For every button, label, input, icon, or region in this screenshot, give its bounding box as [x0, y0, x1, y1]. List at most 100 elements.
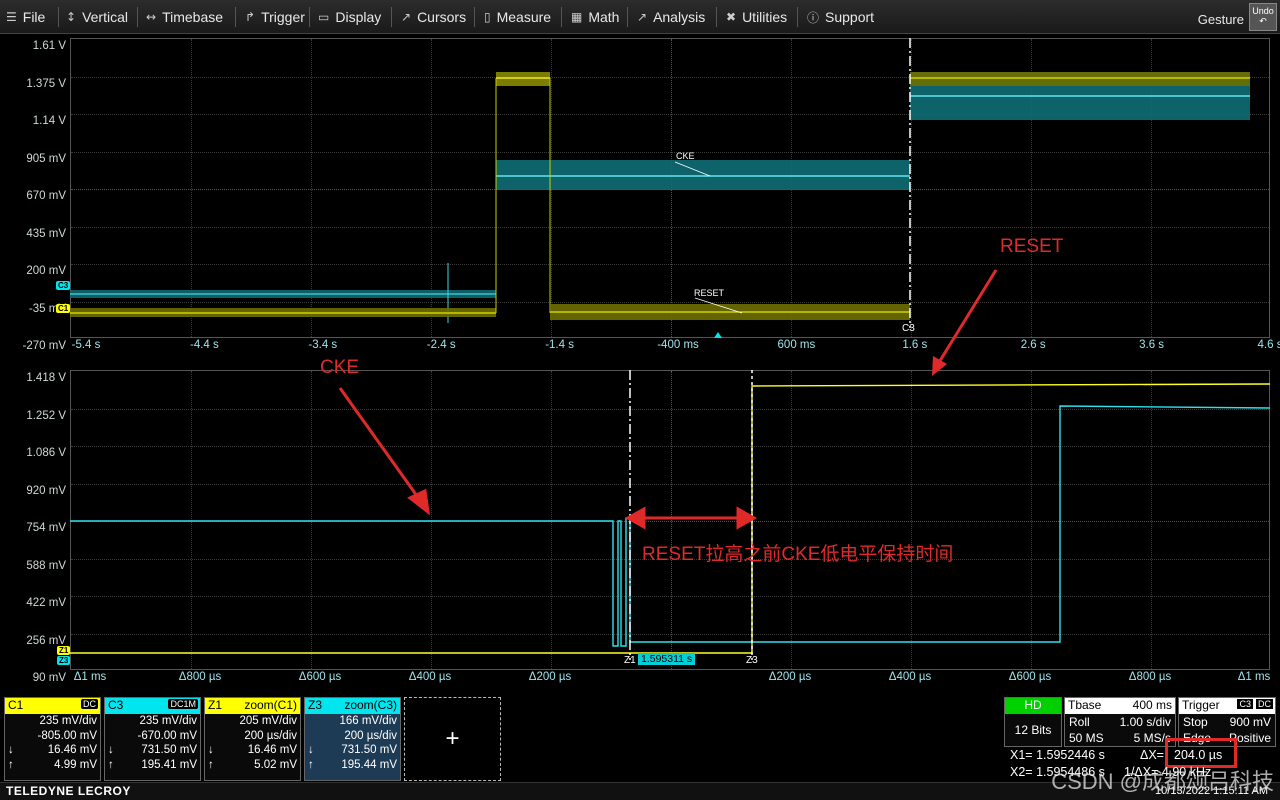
vertical-icon: ↕: [66, 10, 77, 24]
x-tick-label: Δ600 µs: [1008, 671, 1052, 683]
x-tick-label: -5.4 s: [71, 339, 101, 351]
channel-box-z3[interactable]: Z3 zoom(C3) 166 mV/div 200 µs/div ↓ 731.50…: [304, 697, 401, 781]
channel-box-z1[interactable]: Z1 zoom(C1) 205 mV/div 200 µs/div ↓ 16.46 …: [204, 697, 301, 781]
cursor-x1-readout: X1= 1.5952446 s: [1010, 748, 1105, 762]
timebase-mode-row: Roll 1.00 s/div: [1069, 715, 1171, 729]
menu-divider: [391, 7, 392, 27]
cursor-x1-tag: Z1: [624, 655, 636, 666]
channel-c3-offset: -670.00 mV: [137, 729, 197, 742]
reset-annotation-arrow-line: [936, 269, 998, 365]
channel-z3-header: Z3 zoom(C3): [305, 698, 400, 714]
x-tick-label: Δ800 µs: [178, 671, 222, 683]
y-tick-label: 256 mV: [26, 634, 66, 647]
undo-icon: ↶: [1259, 16, 1267, 26]
menu-support[interactable]: ⓘ Support: [807, 0, 874, 34]
channel-box-c3[interactable]: C3 DC1M 235 mV/div -670.00 mV ↓ 731.50 mV …: [104, 697, 201, 781]
c1-offset-tag[interactable]: C1: [56, 304, 71, 313]
watermark: CSDN @成都颂吕科技: [1051, 769, 1274, 794]
y-tick-label: 1.375 V: [26, 77, 66, 90]
menu-timebase[interactable]: ↔ Timebase: [146, 0, 223, 34]
menu-file-label: File: [22, 9, 46, 25]
channel-c1-cursor1: ↓ 16.46 mV: [8, 744, 97, 756]
menu-cursors[interactable]: ↗ Cursors: [401, 0, 466, 34]
math-icon: ▦: [571, 10, 583, 24]
z3-offset-tag[interactable]: Z3: [57, 656, 71, 665]
menu-divider: [137, 7, 138, 27]
cursor-x2-tag: Z3: [746, 655, 758, 666]
menu-math[interactable]: ▦ Math: [571, 0, 619, 34]
x-tick-label: Δ800 µs: [1128, 671, 1172, 683]
trigger-header: Trigger C3 DC: [1179, 698, 1275, 714]
menu-display[interactable]: ▭ Display: [318, 0, 381, 34]
menu-analysis[interactable]: ↗ Analysis: [637, 0, 705, 34]
channel-z1-vdiv: 205 mV/div: [239, 715, 297, 727]
x-tick-label: 3.6 s: [1139, 339, 1165, 351]
menu-divider: [561, 7, 562, 27]
c1-pulse-high: [496, 72, 550, 86]
x-tick-label: -2.4 s: [426, 339, 456, 351]
z1-offset-tag[interactable]: Z1: [57, 646, 71, 655]
display-icon: ▭: [318, 10, 330, 24]
channel-c1-coupling: DC: [81, 699, 98, 709]
y-tick-label: 422 mV: [26, 597, 66, 609]
menu-trigger[interactable]: ↱ Trigger: [245, 0, 305, 34]
menu-display-label: Display: [335, 9, 382, 25]
reset-trace-label: RESET: [694, 288, 725, 298]
gesture-button[interactable]: Gesture: [1198, 0, 1244, 34]
y-tick-label: 435 mV: [26, 227, 66, 240]
down-arrow-icon: ↓: [208, 744, 214, 756]
y-tick-label: 200 mV: [26, 265, 66, 277]
add-channel-button[interactable]: +: [404, 697, 501, 781]
x-tick-label: 2.6 s: [1020, 339, 1046, 351]
menu-measure-label: Measure: [496, 9, 552, 25]
x-tick-label: Δ1 ms: [1237, 671, 1271, 683]
menu-vertical-label: Vertical: [82, 9, 128, 25]
x-tick-label: Δ200 µs: [768, 671, 812, 683]
cke-annotation: CKE: [320, 357, 360, 378]
y-tick-label: 905 mV: [26, 152, 66, 165]
channel-box-c1[interactable]: C1 DC 235 mV/div -805.00 mV ↓ 16.46 mV ↑ 4.…: [4, 697, 101, 781]
down-arrow-icon: ↓: [8, 744, 14, 756]
x-tick-label: Δ600 µs: [298, 671, 342, 683]
channel-c3-cursor1: ↓ 731.50 mV: [108, 744, 197, 756]
menu-vertical[interactable]: ↕ Vertical: [66, 0, 128, 34]
menu-divider: [58, 7, 59, 27]
channel-c1-vdiv: 235 mV/div: [39, 715, 97, 727]
menu-utilities[interactable]: ✖ Utilities: [726, 0, 787, 34]
hold-time-annotation: RESET拉高之前CKE低电平保持时间: [642, 544, 954, 565]
down-arrow-icon: ↓: [308, 744, 314, 756]
menu-bar: ☰ File ↕ Vertical ↔ Timebase ↱ Trigger ▭ Disp…: [0, 0, 1280, 34]
menu-cursors-label: Cursors: [417, 9, 467, 25]
cursors-icon: ↗: [401, 10, 412, 24]
channel-z1-cursor1: ↓ 16.46 mV: [208, 744, 297, 756]
channel-c3-header: C3 DC1M: [105, 698, 200, 714]
y-tick-label: 588 mV: [26, 559, 66, 572]
channel-z1-source: zoom(C1): [244, 698, 297, 712]
channel-c1-offset: -805.00 mV: [37, 729, 97, 742]
channel-c1-cursor2: ↑ 4.99 mV: [8, 758, 97, 771]
c3-offset-tag[interactable]: C3: [56, 281, 71, 290]
menu-file[interactable]: ☰ File: [6, 0, 45, 34]
channel-z3-cursor1: ↓ 731.50 mV: [308, 744, 397, 756]
timebase-box[interactable]: Tbase 400 ms Roll 1.00 s/div 50 MS 5 MS/s: [1064, 697, 1176, 747]
reset-annotation-arrow: [932, 269, 998, 376]
x-tick-label: 4.6 s: [1257, 339, 1280, 351]
channel-c3-coupling: DC1M: [168, 699, 198, 709]
menu-divider: [474, 7, 475, 27]
undo-button[interactable]: Undo ↶: [1249, 3, 1277, 31]
resolution-box[interactable]: HD 12 Bits: [1004, 697, 1062, 747]
utilities-icon: ✖: [726, 10, 737, 24]
menu-trigger-label: Trigger: [261, 9, 305, 25]
cursor-time-readout: 1.595311 s: [638, 653, 696, 665]
channel-z3-cursor2: ↑ 195.44 mV: [308, 758, 397, 771]
menu-measure[interactable]: ▯ Measure: [484, 0, 551, 34]
c3-mid-band: [496, 160, 910, 190]
support-icon: ⓘ: [807, 10, 820, 25]
y-tick-label: -270 mV: [22, 340, 66, 352]
brand-logo: TELEDYNE LECROY: [6, 784, 131, 798]
menu-divider: [627, 7, 628, 27]
x-tick-label: Δ1 ms: [73, 671, 107, 683]
x-tick-label: Δ400 µs: [408, 671, 452, 683]
up-arrow-icon: ↑: [308, 758, 314, 771]
bits-label: 12 Bits: [1014, 723, 1052, 737]
